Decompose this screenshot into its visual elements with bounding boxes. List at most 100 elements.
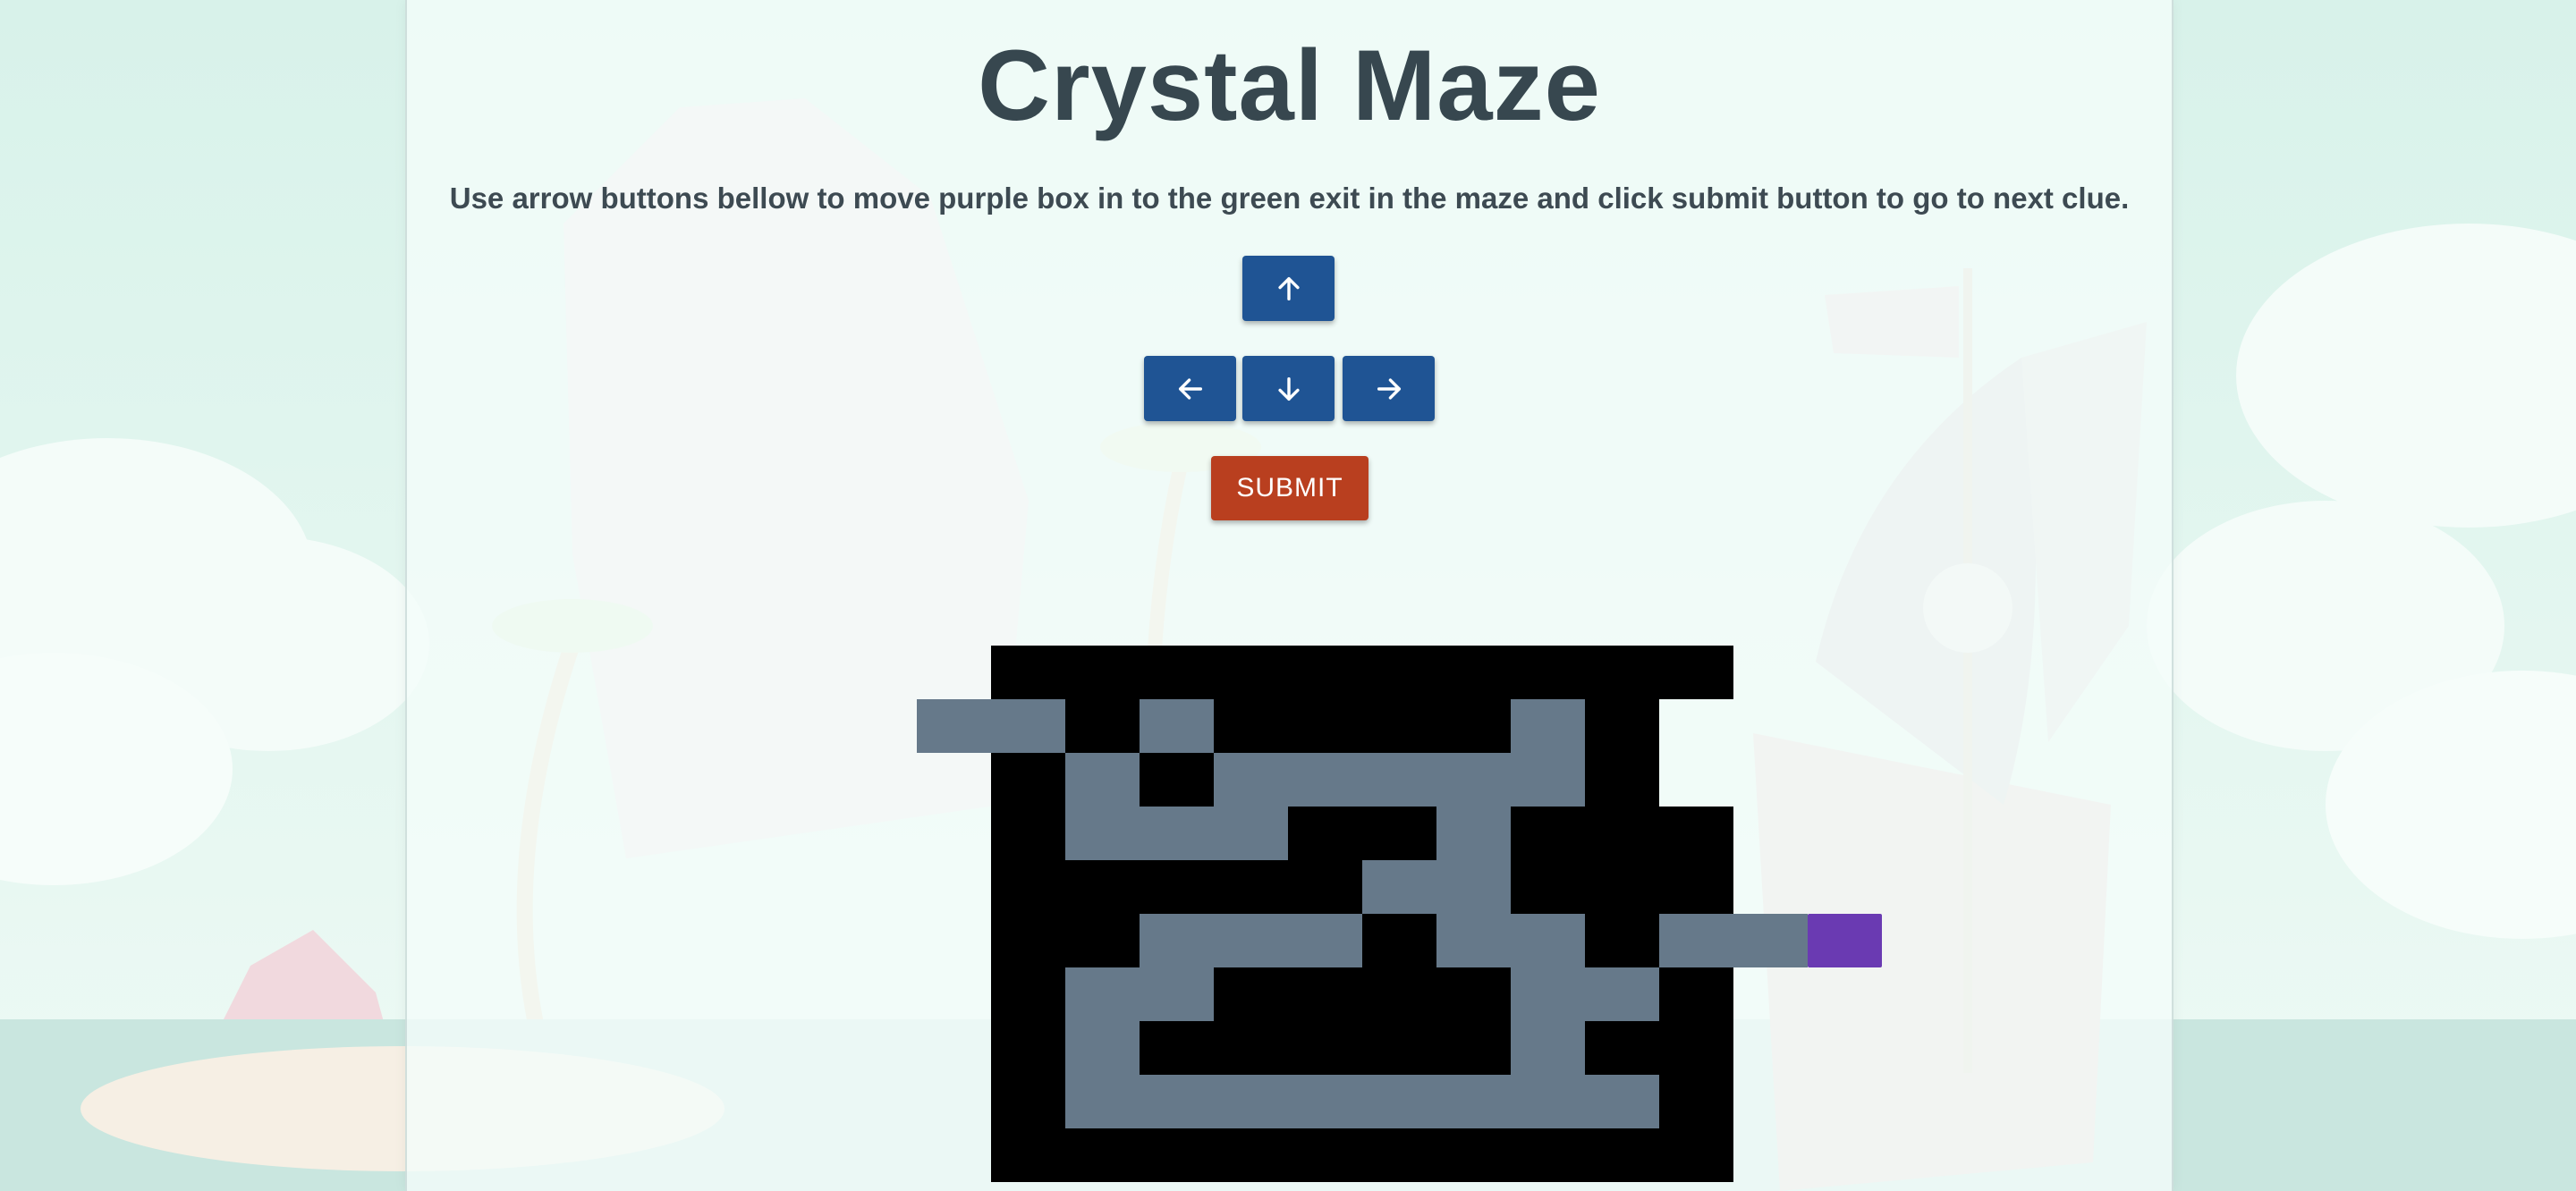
maze-wall-cell [1362, 646, 1436, 699]
submit-button[interactable]: SUBMIT [1211, 456, 1368, 520]
maze-wall-cell [1140, 646, 1214, 699]
maze-wall-cell [1511, 646, 1585, 699]
maze-path-cell [1140, 807, 1214, 860]
maze-wall-cell [1659, 1021, 1733, 1075]
maze-path-cell [1511, 699, 1585, 753]
maze-wall-cell [1140, 860, 1214, 914]
maze-wall-cell [1659, 967, 1733, 1021]
maze-wall-cell [991, 914, 1065, 967]
maze-path-cell [1511, 967, 1585, 1021]
maze-wall-cell [1214, 646, 1288, 699]
maze-path-cell [1436, 807, 1511, 860]
maze-path-cell [1511, 1021, 1585, 1075]
maze-wall-cell [1436, 1128, 1511, 1182]
maze-wall-cell [1214, 1021, 1288, 1075]
maze-wall-cell [1436, 699, 1511, 753]
maze-path-cell [1140, 914, 1214, 967]
maze-path-cell [1065, 753, 1140, 807]
maze-path-cell [1585, 967, 1659, 1021]
maze-wall-cell [1288, 860, 1362, 914]
maze-path-cell [1511, 914, 1585, 967]
maze-wall-cell [1288, 646, 1362, 699]
maze-wall-cell [1585, 807, 1659, 860]
maze-path-cell [1362, 860, 1436, 914]
move-left-button[interactable] [1144, 356, 1236, 421]
maze-path-cell [1288, 1075, 1362, 1128]
maze-wall-cell [991, 646, 1065, 699]
maze-path-cell [1214, 807, 1288, 860]
maze-wall-cell [1659, 807, 1733, 860]
maze-path-cell [1214, 753, 1288, 807]
maze-wall-cell [1140, 1128, 1214, 1182]
instructions-text: Use arrow buttons bellow to move purple … [449, 182, 2130, 215]
maze-wall-cell [1362, 699, 1436, 753]
maze-wall-cell [1362, 1021, 1436, 1075]
maze-wall-cell [1065, 646, 1140, 699]
maze-path-cell [1436, 1075, 1511, 1128]
arrow-down-icon [1277, 376, 1300, 401]
maze-wall-cell [1436, 1021, 1511, 1075]
maze-path-cell [1288, 914, 1362, 967]
maze-wall-cell [1659, 1075, 1733, 1128]
maze-wall-cell [1585, 699, 1659, 753]
maze-wall-cell [1659, 646, 1733, 699]
maze-path-cell [1140, 699, 1214, 753]
maze-wall-cell [1288, 1128, 1362, 1182]
maze-wall-cell [1585, 1128, 1659, 1182]
page-title: Crystal Maze [978, 30, 1601, 141]
maze-wall-cell [1214, 699, 1288, 753]
maze-wall-cell [1585, 860, 1659, 914]
maze-path-cell [1065, 967, 1140, 1021]
maze-wall-cell [1065, 914, 1140, 967]
maze-path-cell [1214, 1075, 1288, 1128]
maze-path-cell [1436, 914, 1511, 967]
player-box [1808, 914, 1882, 967]
maze-path-cell [1733, 914, 1808, 967]
maze-wall-cell [1436, 967, 1511, 1021]
maze-wall-cell [1288, 1021, 1362, 1075]
maze-path-cell [1288, 753, 1362, 807]
maze-path-cell [1362, 1075, 1436, 1128]
maze-path-cell [1362, 753, 1436, 807]
maze-wall-cell [1214, 967, 1288, 1021]
maze-path-cell [991, 699, 1065, 753]
maze-wall-cell [1065, 1128, 1140, 1182]
maze-path-cell [1511, 753, 1585, 807]
maze-wall-cell [1288, 967, 1362, 1021]
maze-wall-cell [1659, 1128, 1733, 1182]
maze-path-cell [1436, 860, 1511, 914]
maze-path-cell [1511, 1075, 1585, 1128]
maze-wall-cell [1288, 807, 1362, 860]
maze-wall-cell [1436, 646, 1511, 699]
maze-wall-cell [1214, 1128, 1288, 1182]
maze-wall-cell [991, 860, 1065, 914]
arrow-left-icon [1178, 377, 1202, 400]
maze-wall-cell [1065, 699, 1140, 753]
maze-wall-cell [1585, 753, 1659, 807]
maze-path-cell [1214, 914, 1288, 967]
maze-wall-cell [1140, 753, 1214, 807]
maze-path-cell [917, 699, 991, 753]
maze-path-cell [1140, 967, 1214, 1021]
maze-wall-cell [991, 1128, 1065, 1182]
maze-path-cell [1065, 1075, 1140, 1128]
maze-wall-cell [1288, 699, 1362, 753]
arrow-up-icon [1277, 276, 1300, 300]
maze-wall-cell [1362, 1128, 1436, 1182]
maze-wall-cell [991, 967, 1065, 1021]
maze-wall-cell [991, 807, 1065, 860]
maze-wall-cell [1511, 807, 1585, 860]
maze-path-cell [1065, 807, 1140, 860]
maze-wall-cell [1362, 967, 1436, 1021]
maze-wall-cell [1140, 1021, 1214, 1075]
maze-wall-cell [1585, 646, 1659, 699]
arrow-right-icon [1377, 377, 1401, 400]
move-right-button[interactable] [1343, 356, 1435, 421]
maze-path-cell [1065, 1021, 1140, 1075]
maze-wall-cell [991, 753, 1065, 807]
move-up-button[interactable] [1242, 256, 1335, 321]
maze-wall-cell [991, 1075, 1065, 1128]
maze-path-cell [1585, 1075, 1659, 1128]
game-card: Crystal Maze Use arrow buttons bellow to… [405, 0, 2174, 1191]
move-down-button[interactable] [1242, 356, 1335, 421]
